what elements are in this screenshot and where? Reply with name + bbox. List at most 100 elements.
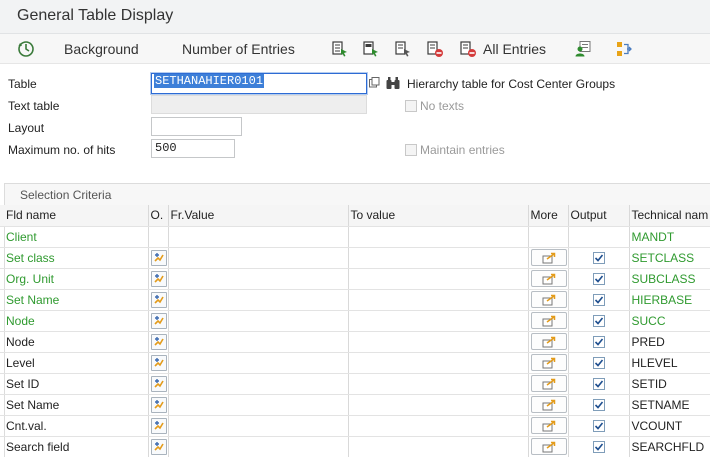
user-settings-button[interactable] <box>574 40 592 58</box>
output-cell[interactable] <box>568 331 630 353</box>
output-cell[interactable] <box>568 289 630 311</box>
select-block-button[interactable] <box>362 40 380 58</box>
col-header-option[interactable]: O. <box>148 205 169 227</box>
option-cell[interactable] <box>148 436 169 457</box>
more-cell[interactable] <box>528 373 569 395</box>
multiple-selection-button[interactable] <box>530 333 567 350</box>
output-cell[interactable] <box>568 352 630 374</box>
selection-option-button[interactable] <box>150 417 167 434</box>
output-checkbox[interactable] <box>592 440 605 453</box>
multiple-selection-button[interactable] <box>530 375 567 392</box>
option-cell[interactable] <box>148 394 169 416</box>
from-value-cell[interactable] <box>168 226 349 248</box>
to-value-cell[interactable] <box>348 415 529 437</box>
output-cell[interactable] <box>568 436 630 457</box>
more-cell[interactable] <box>528 352 569 374</box>
output-cell[interactable] <box>568 415 630 437</box>
deselect-button[interactable] <box>394 40 412 58</box>
from-value-cell[interactable] <box>168 310 349 332</box>
to-value-cell[interactable] <box>348 352 529 374</box>
output-cell[interactable] <box>568 394 630 416</box>
search-help-button[interactable] <box>369 77 380 88</box>
more-cell[interactable] <box>528 331 569 353</box>
output-checkbox[interactable] <box>592 335 605 348</box>
layout-input[interactable] <box>151 117 242 136</box>
more-cell[interactable] <box>528 310 569 332</box>
from-value-cell[interactable] <box>168 268 349 290</box>
output-checkbox[interactable] <box>592 356 605 369</box>
option-cell[interactable] <box>148 310 169 332</box>
option-cell[interactable] <box>148 331 169 353</box>
select-all-button[interactable] <box>331 40 349 58</box>
selection-option-button[interactable] <box>150 333 167 350</box>
multiple-selection-button[interactable] <box>530 354 567 371</box>
to-value-cell[interactable] <box>348 373 529 395</box>
from-value-cell[interactable] <box>168 331 349 353</box>
option-cell[interactable] <box>148 352 169 374</box>
output-checkbox[interactable] <box>592 293 605 306</box>
output-checkbox[interactable] <box>592 377 605 390</box>
more-cell[interactable] <box>528 436 569 457</box>
from-value-cell[interactable] <box>168 373 349 395</box>
from-value-cell[interactable] <box>168 415 349 437</box>
more-cell[interactable] <box>528 268 569 290</box>
output-checkbox[interactable] <box>592 314 605 327</box>
table-input[interactable]: SETHANAHIER0101 <box>151 73 367 94</box>
more-cell[interactable] <box>528 394 569 416</box>
to-value-cell[interactable] <box>348 394 529 416</box>
from-value-cell[interactable] <box>168 289 349 311</box>
col-header-from-value[interactable]: Fr.Value <box>168 205 349 227</box>
to-value-cell[interactable] <box>348 310 529 332</box>
to-value-cell[interactable] <box>348 247 529 269</box>
max-hits-input[interactable]: 500 <box>151 139 235 158</box>
table-info-button[interactable] <box>385 75 401 91</box>
from-value-cell[interactable] <box>168 394 349 416</box>
from-value-cell[interactable] <box>168 352 349 374</box>
option-cell[interactable] <box>148 268 169 290</box>
col-header-to-value[interactable]: To value <box>348 205 529 227</box>
output-cell[interactable] <box>568 247 630 269</box>
multiple-selection-button[interactable] <box>530 291 567 308</box>
output-cell[interactable] <box>568 310 630 332</box>
selection-option-button[interactable] <box>150 249 167 266</box>
more-cell[interactable] <box>528 289 569 311</box>
selection-option-button[interactable] <box>150 270 167 287</box>
selection-option-button[interactable] <box>150 396 167 413</box>
selection-option-button[interactable] <box>150 354 167 371</box>
output-checkbox[interactable] <box>592 419 605 432</box>
to-value-cell[interactable] <box>348 331 529 353</box>
output-checkbox[interactable] <box>592 398 605 411</box>
output-cell[interactable] <box>568 373 630 395</box>
multiple-selection-button[interactable] <box>530 249 567 266</box>
col-header-fld-name[interactable]: Fld name <box>0 205 149 227</box>
to-value-cell[interactable] <box>348 289 529 311</box>
output-checkbox[interactable] <box>592 272 605 285</box>
more-cell[interactable] <box>528 247 569 269</box>
execute-button[interactable] <box>17 40 35 58</box>
option-cell[interactable] <box>148 289 169 311</box>
background-button[interactable]: Background <box>64 40 139 58</box>
col-header-more[interactable]: More <box>528 205 569 227</box>
number-of-entries-button[interactable]: Number of Entries <box>182 40 295 58</box>
selection-option-button[interactable] <box>150 291 167 308</box>
output-checkbox[interactable] <box>592 251 605 264</box>
output-cell[interactable] <box>568 268 630 290</box>
multiple-selection-button[interactable] <box>530 438 567 455</box>
from-value-cell[interactable] <box>168 247 349 269</box>
option-cell[interactable] <box>148 247 169 269</box>
all-entries-button[interactable]: All Entries <box>459 40 546 58</box>
option-cell[interactable] <box>148 415 169 437</box>
field-list-button[interactable] <box>615 40 633 58</box>
selection-option-button[interactable] <box>150 438 167 455</box>
more-cell[interactable] <box>528 415 569 437</box>
col-header-output[interactable]: Output <box>568 205 630 227</box>
multiple-selection-button[interactable] <box>530 396 567 413</box>
selection-option-button[interactable] <box>150 375 167 392</box>
to-value-cell[interactable] <box>348 268 529 290</box>
selection-option-button[interactable] <box>150 312 167 329</box>
col-header-technical-name[interactable]: Technical nam <box>629 205 710 227</box>
delete-selection-button[interactable] <box>426 40 444 58</box>
from-value-cell[interactable] <box>168 436 349 457</box>
option-cell[interactable] <box>148 373 169 395</box>
to-value-cell[interactable] <box>348 226 529 248</box>
